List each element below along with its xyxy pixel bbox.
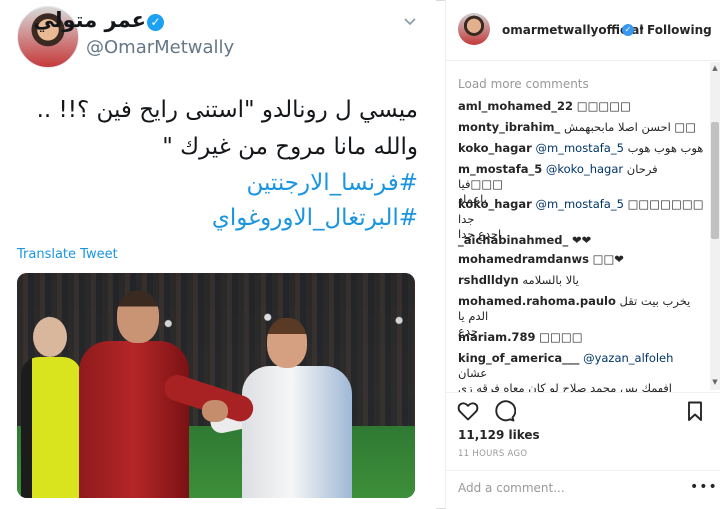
tweet-handle[interactable]: @OmarMetwally xyxy=(86,37,234,58)
comment-text: □□❤ xyxy=(592,252,624,266)
post-timestamp[interactable]: 11 HOURS AGO xyxy=(458,449,527,459)
comment-item: aml_mohamed_22 □□□□□ xyxy=(458,99,704,114)
post-header: omarmetwallyofficial ✓ • Following xyxy=(446,0,720,61)
comment-mention[interactable]: @m_mostafa_5 xyxy=(536,141,624,155)
comment-item: monty_ibrahim_ احسن اصلا مابحبهمش □□ xyxy=(458,120,704,135)
verified-badge-icon: ✓ xyxy=(622,24,634,36)
comment-text: عشان xyxy=(458,366,488,380)
comments-list[interactable]: Load more comments aml_mohamed_22 □□□□□ … xyxy=(446,62,708,392)
comment-item: koko_hagar @m_mostafa_5 هوب هوب هوب xyxy=(458,141,704,156)
comment-username[interactable]: rshdlldyn xyxy=(458,273,519,287)
heart-icon[interactable] xyxy=(456,399,480,423)
following-button[interactable]: Following xyxy=(647,23,712,37)
scroll-down-arrow-icon[interactable]: ▼ xyxy=(710,378,720,386)
comment-mention[interactable]: @yazan_alfoleh xyxy=(583,351,673,365)
player-red-kit-figure xyxy=(69,291,257,498)
load-more-comments-link[interactable]: Load more comments xyxy=(458,77,589,91)
comment-username[interactable]: mohamedramdanws xyxy=(458,252,589,266)
verified-badge-icon: ✓ xyxy=(147,14,164,31)
more-options-icon[interactable]: ••• xyxy=(690,479,718,495)
comment-text: □□□□ xyxy=(539,330,583,344)
comment-text: ❤❤ xyxy=(571,233,592,247)
add-comment-bar: Add a comment... ••• xyxy=(446,470,720,509)
tweet-hashtag-1[interactable]: #فرنسا_الارجنتين xyxy=(40,170,418,196)
comment-text: □□□□□ xyxy=(576,99,632,113)
comment-username[interactable]: monty_ibrahim_ xyxy=(458,120,560,134)
scroll-up-arrow-icon[interactable]: ▲ xyxy=(710,64,720,72)
comment-username[interactable]: king_of_america___ xyxy=(458,351,579,365)
comment-username[interactable]: m_mostafa_5 xyxy=(458,162,542,176)
comment-mention[interactable]: @m_mostafa_5 xyxy=(536,197,624,211)
comment-item: rshdlldyn يالا بالسلامه xyxy=(458,273,704,288)
add-comment-input[interactable]: Add a comment... xyxy=(458,481,565,495)
comment-item: mohamedramdanws □□❤ xyxy=(458,252,704,267)
tweet-hashtag-2[interactable]: #البرتغال_الاوروغواي xyxy=(40,205,418,231)
comment-item: _aichabinahmed_ ❤❤ xyxy=(458,233,704,248)
comment-bubble-icon[interactable] xyxy=(492,399,517,423)
profile-avatar[interactable] xyxy=(458,13,490,45)
comment-username[interactable]: _aichabinahmed_ xyxy=(458,233,568,247)
comment-username[interactable]: mariam.789 xyxy=(458,330,535,344)
tweet-text-line-1: ميسي ل رونالدو "استنى رايح فين ؟!! .. xyxy=(36,97,418,123)
translate-tweet-link[interactable]: Translate Tweet xyxy=(17,247,118,262)
comment-item: mariam.789 □□□□ xyxy=(458,330,704,345)
likes-count[interactable]: 11,129 likes xyxy=(458,428,540,442)
comment-text-line-2: افهمك بس محمد صلاح لو كان معاه فرقه زي ب… xyxy=(458,381,672,392)
comment-mention[interactable]: @koko_hagar xyxy=(546,162,623,176)
instagram-panel: omarmetwallyofficial ✓ • Following Load … xyxy=(445,0,720,509)
tweet-panel: عمر متولي ✓ @OmarMetwally ميسي ل رونالدو… xyxy=(0,0,436,509)
tweet-photo[interactable] xyxy=(17,273,415,498)
handshake xyxy=(202,400,228,422)
comment-text: يالا بالسلامه xyxy=(522,273,579,287)
comment-username[interactable]: aml_mohamed_22 xyxy=(458,99,573,113)
comment-username[interactable]: koko_hagar xyxy=(458,197,532,211)
tweet-display-name[interactable]: عمر متولي xyxy=(33,8,146,32)
bookmark-icon[interactable] xyxy=(683,399,707,423)
separator-dot: • xyxy=(638,22,646,36)
comment-username[interactable]: mohamed.rahoma.paulo xyxy=(458,294,616,308)
comment-username[interactable]: koko_hagar xyxy=(458,141,532,155)
comment-text: احسن اصلا مابحبهمش □□ xyxy=(563,120,697,134)
comments-scrollbar[interactable]: ▲ ▼ xyxy=(710,62,720,390)
tweet-text-line-2: والله مانا مروح من غيرك " xyxy=(162,134,418,160)
comment-item: king_of_america___ @yazan_alfoleh عشان ا… xyxy=(458,351,704,392)
post-actions xyxy=(446,392,720,433)
comment-text: هوب هوب هوب xyxy=(627,141,704,155)
chevron-down-icon[interactable] xyxy=(403,14,417,28)
scrollbar-thumb[interactable] xyxy=(711,122,719,239)
